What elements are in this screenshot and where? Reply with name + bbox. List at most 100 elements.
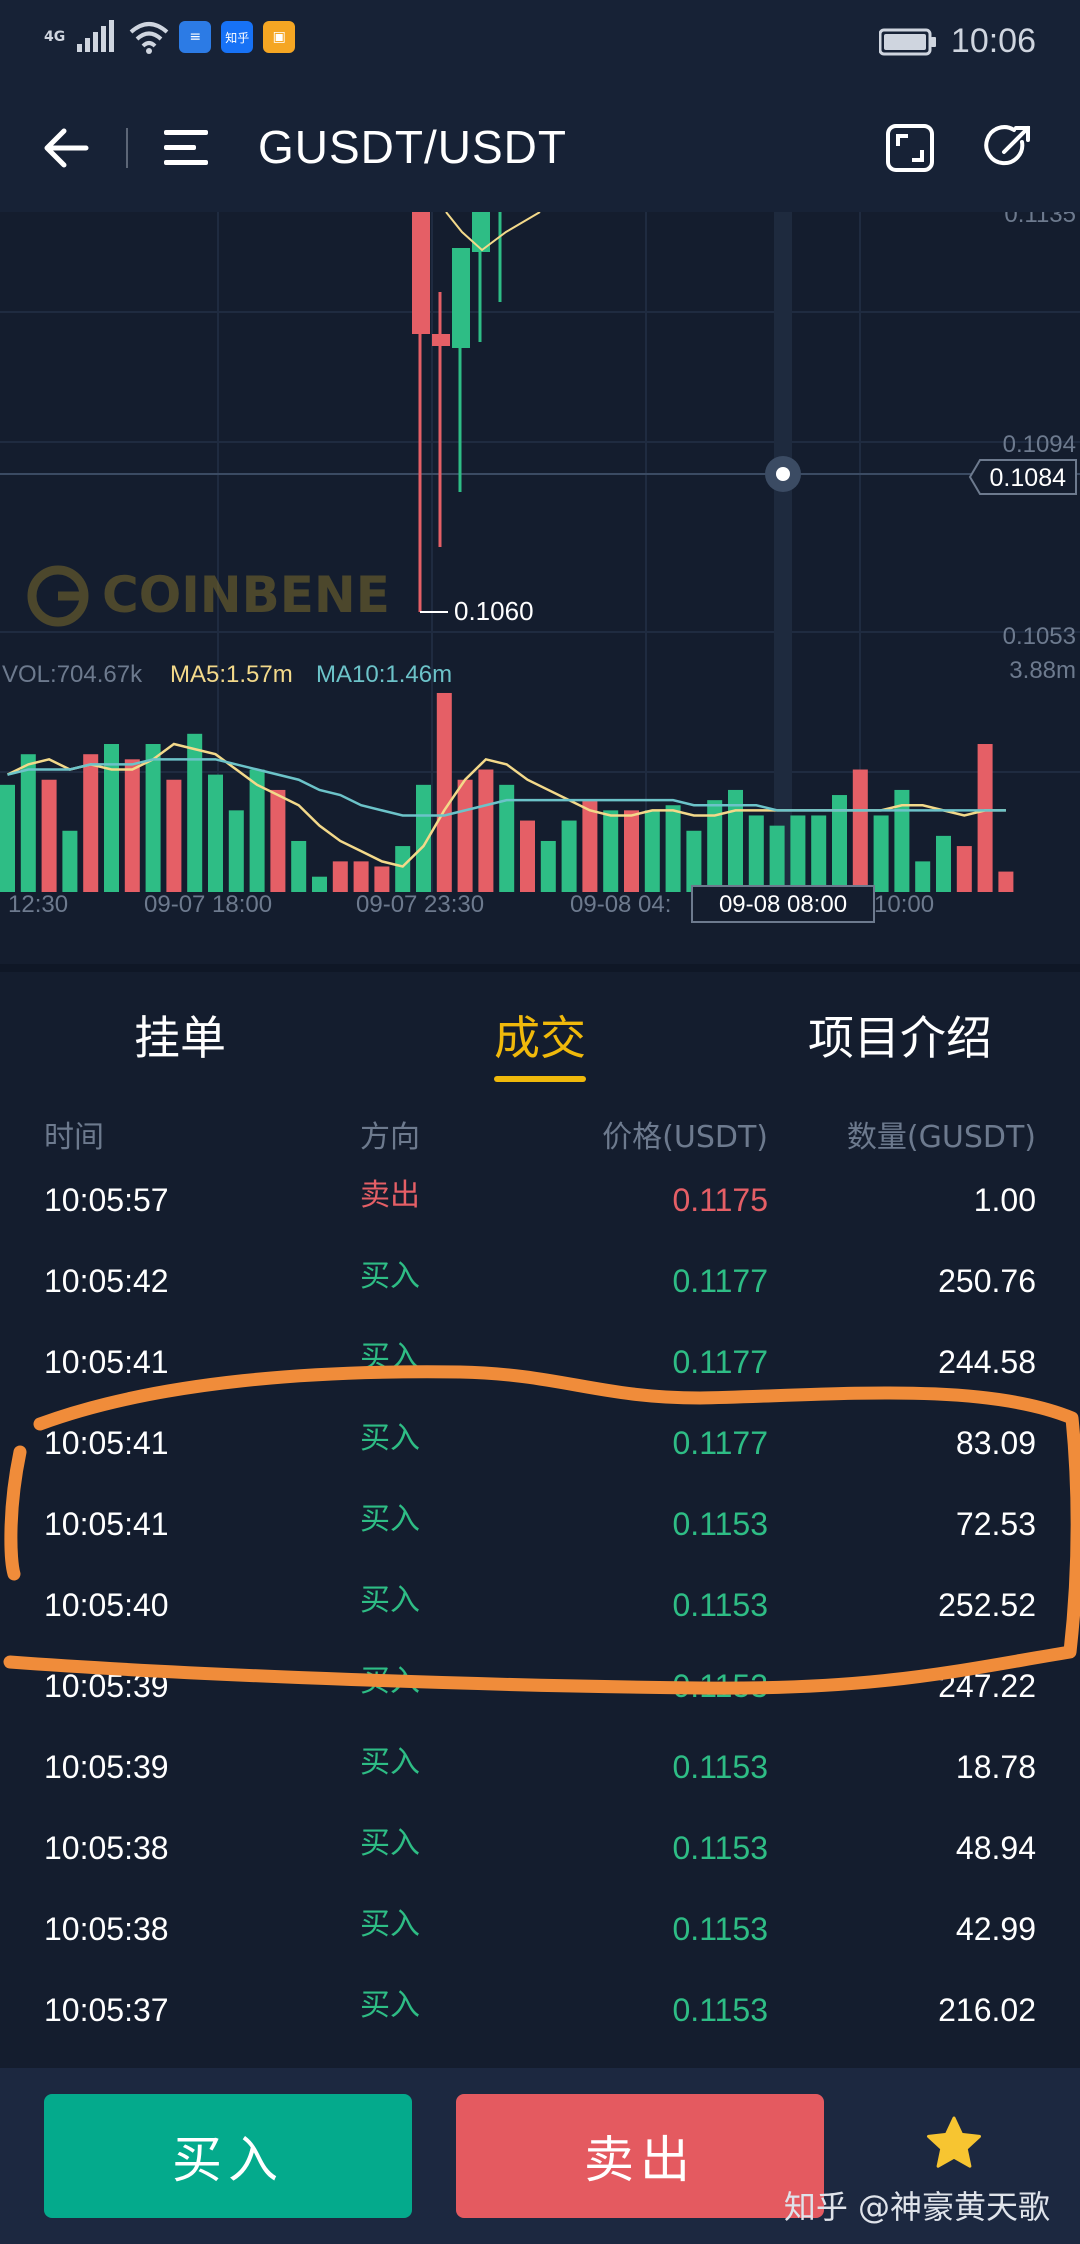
trade-price: 0.1177 bbox=[672, 1425, 769, 1461]
favorite-star-icon[interactable] bbox=[924, 2114, 984, 2174]
trade-row: 10:05:41 买入 0.1177 83.09 bbox=[0, 1409, 1080, 1490]
volume-bar bbox=[104, 744, 119, 892]
trade-time: 10:05:41 bbox=[44, 1344, 169, 1380]
volume-bar bbox=[62, 830, 78, 892]
trade-side: 买入 bbox=[360, 1583, 420, 1618]
trade-qty: 1.00 bbox=[973, 1182, 1036, 1218]
trade-side: 买入 bbox=[360, 1745, 420, 1780]
trade-time: 10:05:38 bbox=[44, 1830, 169, 1866]
volume-bar bbox=[353, 861, 369, 892]
volume-bar bbox=[915, 861, 931, 892]
trade-side: 买入 bbox=[360, 1421, 420, 1456]
zhihu-news-icon: ≡ bbox=[179, 21, 212, 53]
chart-svg[interactable]: 0.1060 COINBENE 0.1135 0.1094 0.1084 0.1… bbox=[0, 212, 1080, 964]
volume-bar bbox=[873, 815, 889, 892]
status-left: 4G ≡ 知乎 ▣ bbox=[44, 20, 296, 54]
sell-button[interactable]: 卖出 bbox=[456, 2094, 824, 2218]
vol-max-label: 3.88m bbox=[1009, 657, 1076, 684]
pair-title[interactable]: GUSDT/USDT bbox=[258, 120, 567, 174]
trade-row: 买入 bbox=[0, 2057, 1080, 2068]
trade-price: 0.1153 bbox=[672, 1992, 769, 2028]
volume-bars bbox=[0, 692, 1014, 892]
trade-price: 0.1153 bbox=[672, 1506, 769, 1542]
trade-qty: 83.09 bbox=[955, 1425, 1036, 1461]
trade-time: 10:05:37 bbox=[44, 1992, 169, 2028]
volume-bar bbox=[769, 825, 785, 892]
fullscreen-button[interactable] bbox=[878, 116, 942, 180]
low-marker-label: 0.1060 bbox=[454, 596, 534, 626]
nav-divider bbox=[126, 128, 128, 168]
volume-bar bbox=[936, 835, 951, 892]
price-label-mid: 0.1094 bbox=[1003, 431, 1076, 458]
menu-button[interactable] bbox=[154, 116, 218, 180]
tab-trades[interactable]: 成交 bbox=[390, 1002, 690, 1068]
volume-bar bbox=[977, 744, 993, 892]
trade-time: 10:05:41 bbox=[44, 1425, 169, 1461]
volume-bar bbox=[312, 876, 327, 892]
watermark-text: COINBENE bbox=[102, 566, 390, 624]
tab-active-indicator bbox=[494, 1076, 586, 1082]
trade-side: 买入 bbox=[360, 1988, 420, 2023]
tab-bar: 挂单 成交 项目介绍 bbox=[0, 964, 1080, 1102]
bottom-action-bar: 买入 卖出 知乎 @神豪黄天歌 bbox=[0, 2068, 1080, 2244]
trade-side: 买入 bbox=[360, 1502, 420, 1537]
trade-side: 买入 bbox=[360, 1664, 420, 1699]
kline-chart[interactable]: 0.1060 COINBENE 0.1135 0.1094 0.1084 0.1… bbox=[0, 212, 1080, 964]
battery-icon bbox=[878, 28, 936, 55]
volume-bar bbox=[624, 810, 639, 892]
signal-icon bbox=[77, 20, 115, 52]
watermark-logo: COINBENE bbox=[27, 565, 390, 627]
volume-bar bbox=[332, 861, 348, 892]
tab-orders[interactable]: 挂单 bbox=[30, 1002, 330, 1068]
back-arrow-icon bbox=[44, 128, 89, 168]
trade-qty: 72.53 bbox=[955, 1506, 1036, 1542]
trade-time: 10:05:39 bbox=[44, 1668, 169, 1704]
trade-side: 买入 bbox=[360, 2061, 420, 2068]
trade-qty: 48.94 bbox=[955, 1830, 1036, 1866]
menu-icon bbox=[164, 130, 208, 165]
trade-qty: 216.02 bbox=[938, 1992, 1036, 2028]
trade-qty: 18.78 bbox=[955, 1749, 1036, 1785]
status-right: 10:06 bbox=[878, 22, 1036, 61]
volume-bar bbox=[208, 774, 223, 892]
volume-bar bbox=[291, 840, 307, 892]
trade-row: 10:05:41 买入 0.1177 244.58 bbox=[0, 1328, 1080, 1409]
ma5-indicator: MA5:1.57m bbox=[170, 661, 293, 688]
trade-side: 买入 bbox=[360, 1259, 420, 1294]
buy-button[interactable]: 买入 bbox=[44, 2094, 412, 2218]
header-price: 价格(USDT) bbox=[602, 1120, 768, 1155]
vol-indicator: VOL:704.67k bbox=[2, 661, 143, 688]
x-label-1: 09-07 18:00 bbox=[144, 891, 272, 918]
volume-bar bbox=[436, 692, 452, 892]
trade-price: 0.1153 bbox=[672, 1830, 769, 1866]
share-button[interactable] bbox=[976, 116, 1040, 180]
trade-time: 10:05:39 bbox=[44, 1749, 169, 1785]
trade-price: 0.1153 bbox=[672, 1587, 769, 1623]
volume-bar bbox=[145, 744, 161, 892]
volume-bar bbox=[374, 866, 390, 892]
volume-bar bbox=[228, 810, 244, 892]
crosshair-dot bbox=[776, 467, 790, 481]
volume-bar bbox=[457, 779, 473, 892]
trade-time: 10:05:41 bbox=[44, 1506, 169, 1542]
tab-project-info[interactable]: 项目介绍 bbox=[750, 1002, 1050, 1068]
trade-row: 10:05:42 买入 0.1177 250.76 bbox=[0, 1247, 1080, 1328]
trades-list[interactable]: 时间 方向 价格(USDT) 数量(GUSDT) 10:05:57 卖出 0.117… bbox=[0, 1094, 1080, 2068]
trade-qty: 247.22 bbox=[938, 1668, 1036, 1704]
volume-bar bbox=[187, 733, 203, 892]
back-button[interactable] bbox=[34, 116, 98, 180]
trade-price: 0.1153 bbox=[672, 1749, 769, 1785]
trade-side: 卖出 bbox=[360, 1178, 420, 1213]
header-side: 方向 bbox=[360, 1120, 420, 1155]
volume-bar bbox=[478, 769, 494, 892]
header-time: 时间 bbox=[44, 1120, 104, 1155]
volume-bar bbox=[520, 820, 535, 892]
price-label-current: 0.1084 bbox=[990, 464, 1067, 492]
trade-row: 10:05:41 买入 0.1153 72.53 bbox=[0, 1490, 1080, 1571]
volume-bar bbox=[270, 789, 286, 892]
trade-row: 10:05:38 买入 0.1153 48.94 bbox=[0, 1814, 1080, 1895]
trade-row: 10:05:39 买入 0.1153 18.78 bbox=[0, 1733, 1080, 1814]
volume-bar bbox=[0, 784, 15, 892]
header-qty: 数量(GUSDT) bbox=[846, 1120, 1036, 1155]
volume-bar bbox=[83, 754, 99, 892]
